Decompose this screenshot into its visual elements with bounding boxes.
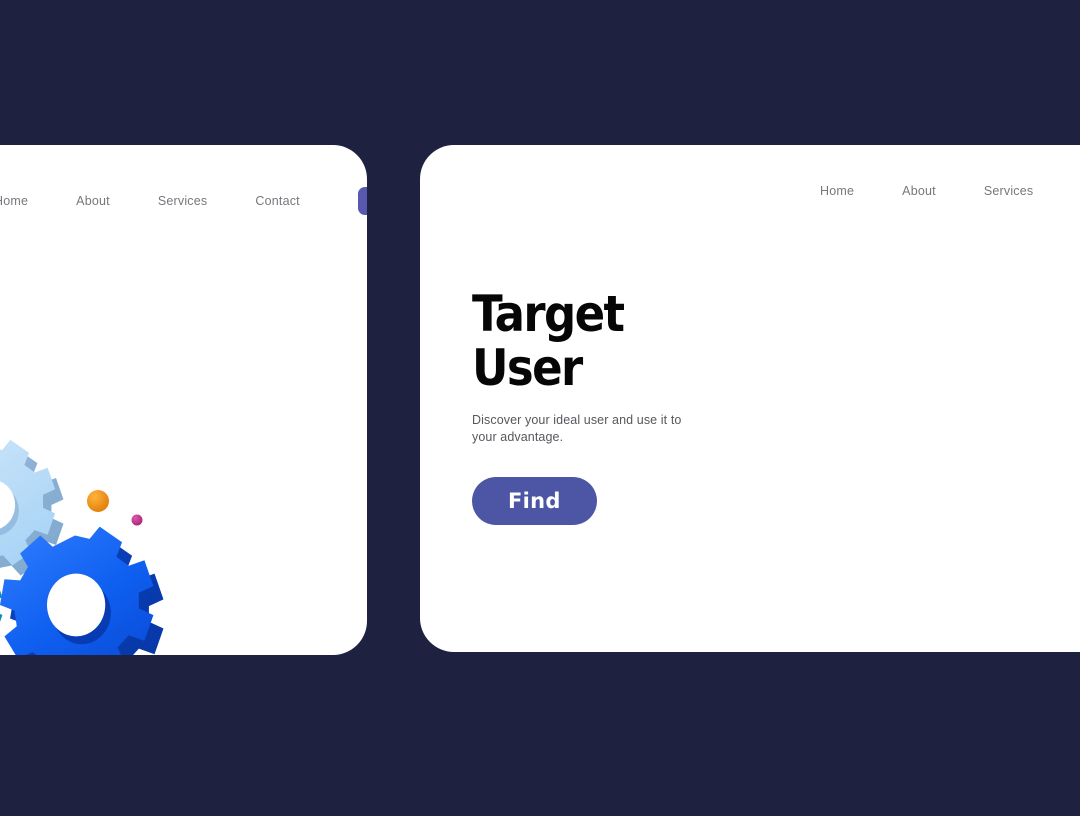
gears-illustration xyxy=(0,410,180,655)
target-card-nav: Home About Services Contact xyxy=(820,184,1080,198)
sign-up-button[interactable]: Sign Up xyxy=(357,187,367,215)
hero-copy: Target User Discover your ideal user and… xyxy=(472,287,692,525)
orange-sphere xyxy=(87,490,109,512)
pink-dot-right xyxy=(131,514,143,526)
gears-card: Home About Services Contact Sign Up xyxy=(0,145,367,655)
find-button[interactable]: Find xyxy=(472,477,597,525)
hero-subtitle: Discover your ideal user and use it to y… xyxy=(472,413,682,444)
nav-item-services[interactable]: Services xyxy=(158,194,208,208)
nav-item-home[interactable]: Home xyxy=(820,184,854,198)
nav-item-contact[interactable]: Contact xyxy=(255,194,299,208)
nav-item-about[interactable]: About xyxy=(76,194,110,208)
hero-title-line-2: User xyxy=(472,339,583,397)
hero-title-line-1: Target xyxy=(472,285,625,343)
nav-item-home[interactable]: Home xyxy=(0,194,28,208)
nav-item-about[interactable]: About xyxy=(902,184,936,198)
nav-item-services[interactable]: Services xyxy=(984,184,1034,198)
page-title: Target User xyxy=(472,287,692,395)
target-user-card: Home About Services Contact Target User … xyxy=(420,145,1080,652)
page-canvas: Home About Services Contact Sign Up xyxy=(0,0,1080,816)
gears-card-nav: Home About Services Contact Sign Up xyxy=(0,187,367,215)
